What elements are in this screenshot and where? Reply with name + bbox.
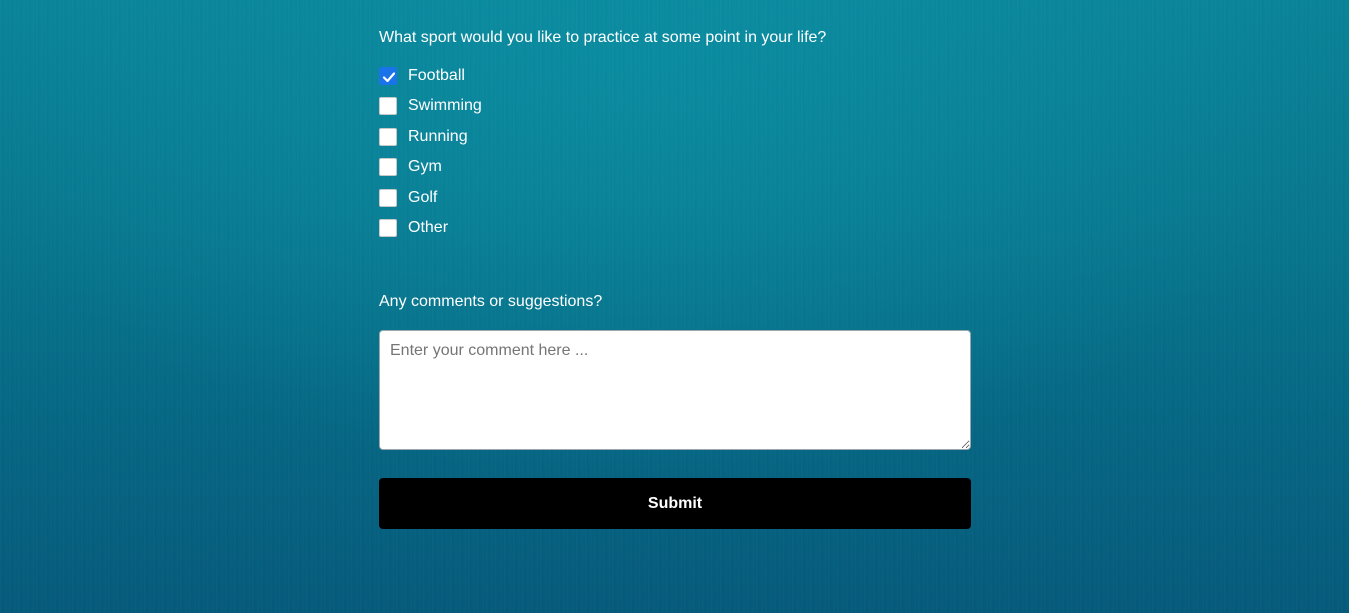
checkbox-running[interactable] [379,127,397,146]
sport-question: What sport would you like to practice at… [379,29,827,46]
comment-textarea[interactable] [379,330,971,450]
checkmark-icon [382,72,396,83]
option-gym[interactable]: Gym [379,157,482,177]
comments-label: Any comments or suggestions? [379,293,603,310]
checkbox-football[interactable] [379,67,397,85]
option-label: Running [408,127,468,145]
submit-button[interactable]: Submit [379,478,971,529]
option-label: Swimming [408,97,482,115]
option-golf[interactable]: Golf [379,188,482,208]
checkbox-gym[interactable] [379,158,397,177]
option-label: Other [408,218,449,236]
option-other[interactable]: Other [379,218,482,238]
sport-options: Football Swimming Running Gym Golf Other [379,66,482,248]
option-label: Football [408,67,465,84]
option-swimming[interactable]: Swimming [379,96,482,116]
option-label: Gym [408,158,442,176]
option-running[interactable]: Running [379,127,482,147]
option-football[interactable]: Football [379,66,482,86]
checkbox-swimming[interactable] [379,97,397,116]
checkbox-other[interactable] [379,218,397,237]
checkbox-golf[interactable] [379,188,397,207]
option-label: Golf [408,188,438,206]
